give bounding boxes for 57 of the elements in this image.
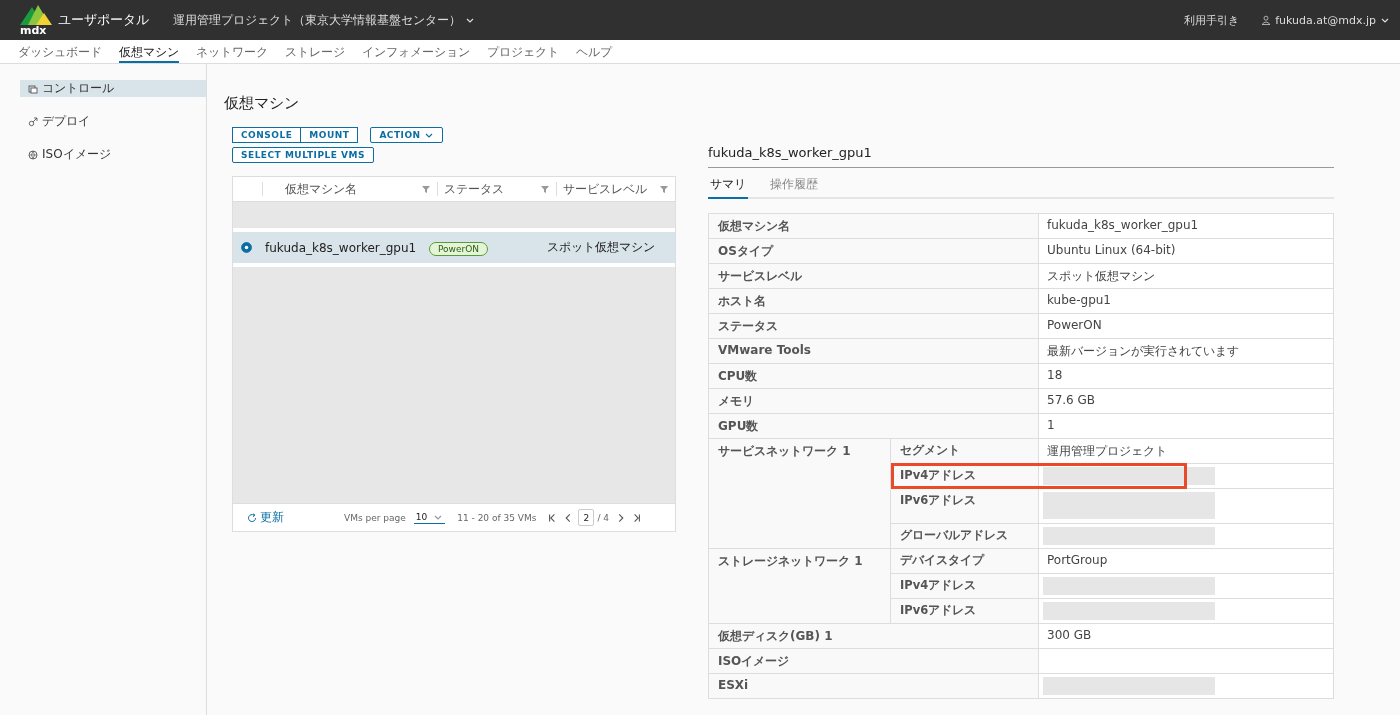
value-cell: 最新バージョンが実行されています bbox=[1039, 339, 1333, 363]
user-menu[interactable]: fukuda.at@mdx.jp bbox=[1261, 13, 1390, 27]
page-field[interactable]: 2 bbox=[578, 509, 595, 526]
detail-tab[interactable]: 操作履歴 bbox=[768, 174, 820, 199]
filter-icon bbox=[540, 184, 550, 194]
console-icon bbox=[28, 83, 38, 94]
sidebar-item[interactable]: ISOイメージ bbox=[20, 146, 206, 163]
detail-tab[interactable]: サマリ bbox=[708, 174, 748, 199]
value-cell: Ubuntu Linux (64-bit) bbox=[1039, 239, 1333, 263]
action-button[interactable]: ACTION bbox=[370, 127, 443, 143]
table-cell-text: fukuda_k8s_worker_gpu1 bbox=[265, 240, 418, 255]
nav-tab[interactable]: インフォメーション bbox=[362, 40, 470, 63]
sidebar-item[interactable]: コントロール bbox=[20, 80, 206, 97]
value-cell: 300 GB bbox=[1039, 624, 1333, 648]
toolbar-button[interactable]: CONSOLE bbox=[232, 127, 302, 143]
link-arrow-icon bbox=[28, 116, 38, 127]
sidebar-item[interactable]: デプロイ bbox=[20, 113, 206, 130]
status-badge: PowerON bbox=[429, 241, 489, 256]
radio-button[interactable] bbox=[241, 242, 252, 253]
refresh-button[interactable]: 更新 bbox=[247, 509, 284, 526]
per-page-select[interactable]: 10 bbox=[413, 511, 446, 524]
value-cell: 運用管理プロジェクト bbox=[1039, 439, 1333, 463]
value-cell: kube-gpu1 bbox=[1039, 289, 1333, 313]
mountain-logo-icon bbox=[20, 3, 52, 25]
guide-link[interactable]: 利用手引き bbox=[1184, 12, 1240, 28]
filter-icon bbox=[421, 184, 431, 194]
column-header[interactable]: 仮想マシン名 bbox=[285, 180, 357, 198]
value-cell: 1 bbox=[1039, 414, 1333, 438]
nav-tab[interactable]: ネットワーク bbox=[196, 40, 268, 63]
nav-tab[interactable]: ストレージ bbox=[285, 40, 345, 63]
value-cell: 57.6 GB bbox=[1039, 389, 1333, 413]
nav-tab[interactable]: プロジェクト bbox=[487, 40, 559, 63]
per-page-label: VMs per page bbox=[344, 512, 406, 523]
value-cell: fukuda_k8s_worker_gpu1 bbox=[1039, 214, 1333, 238]
page-total: / 4 bbox=[597, 512, 610, 523]
table-cell: スポット仮想マシン bbox=[547, 239, 655, 256]
logo-text: mdx bbox=[20, 25, 47, 37]
value-cell: PowerON bbox=[1039, 314, 1333, 338]
toolbar-button[interactable]: MOUNT bbox=[301, 127, 359, 143]
column-header[interactable]: ステータス bbox=[444, 180, 504, 198]
user-icon bbox=[1261, 15, 1272, 25]
table-row[interactable]: fukuda_k8s_worker_gpu1 PowerON スポット仮想マシン bbox=[233, 232, 675, 263]
globe-icon bbox=[28, 149, 38, 160]
value-cell: PortGroup bbox=[1039, 549, 1333, 573]
select-multiple-button[interactable]: SELECT MULTIPLE VMS bbox=[232, 147, 374, 163]
portal-title: ユーザポータル bbox=[58, 11, 149, 29]
page-range: 11 - 20 of 35 VMs bbox=[457, 512, 537, 523]
value-cell: スポット仮想マシン bbox=[1039, 264, 1333, 288]
nav-tab[interactable]: ヘルプ bbox=[576, 40, 612, 63]
value-cell: 18 bbox=[1039, 364, 1333, 388]
filter-icon bbox=[659, 184, 669, 194]
project-selector[interactable]: 運用管理プロジェクト（東京大学情報基盤センター） bbox=[173, 11, 475, 29]
column-header[interactable]: サービスレベル bbox=[563, 180, 647, 198]
page-title: 仮想マシン bbox=[224, 94, 300, 113]
nav-tab[interactable]: ダッシュボード bbox=[18, 40, 102, 63]
vm-title: fukuda_k8s_worker_gpu1 bbox=[708, 145, 1334, 168]
refresh-icon bbox=[247, 512, 257, 523]
